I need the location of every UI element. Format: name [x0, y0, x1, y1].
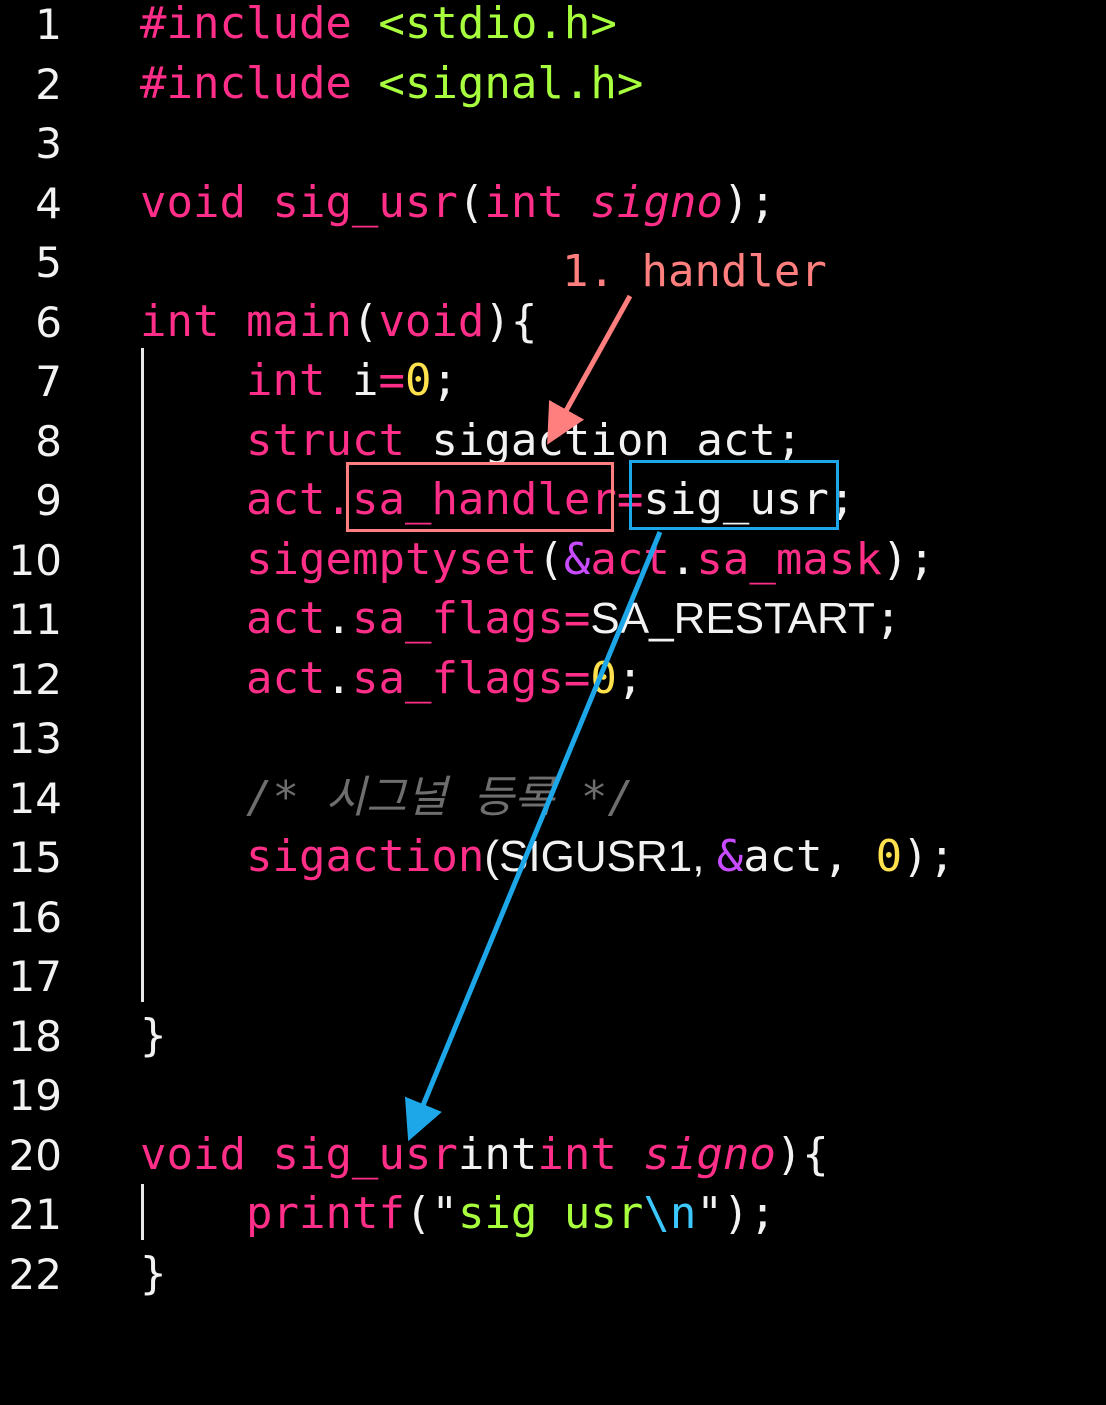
code-line-21: printf("sig usr\n");	[246, 1188, 776, 1239]
sa-handler-highlight-box	[346, 462, 614, 532]
preprocessor-keyword: #include	[140, 0, 352, 49]
sig-usr-highlight-box	[629, 460, 839, 530]
include-header: <stdio.h>	[378, 0, 617, 49]
code-line-20: void sig_usrintint signo){	[140, 1129, 829, 1180]
handler-annotation-label: 1. handler	[562, 246, 827, 297]
code-line-15: sigaction(SIGUSR1, &act, 0);	[246, 831, 956, 882]
code-line-1: #include <stdio.h>	[0, 2, 1106, 62]
code-line-2: #include <signal.h>	[0, 62, 1106, 122]
code-line-18: }	[140, 1010, 167, 1061]
code-line-6: int main(void){	[140, 296, 538, 347]
code-line-10: sigemptyset(&act.sa_mask);	[246, 534, 935, 585]
include-header: <signal.h>	[378, 58, 644, 109]
preprocessor-keyword: #include	[140, 58, 352, 109]
code-line-14: /* 시그널 등록 */	[0, 776, 1106, 836]
code-line-12: act.sa_flags=0;	[246, 653, 644, 704]
code-line-4: void sig_usr(int signo);	[140, 177, 776, 228]
code-comment: /* 시그널 등록 */	[246, 772, 634, 823]
code-line-11: act.sa_flags=SA_RESTART;	[246, 593, 902, 644]
code-line-7: int i=0;	[246, 355, 458, 406]
code-line-22: }	[140, 1248, 167, 1299]
